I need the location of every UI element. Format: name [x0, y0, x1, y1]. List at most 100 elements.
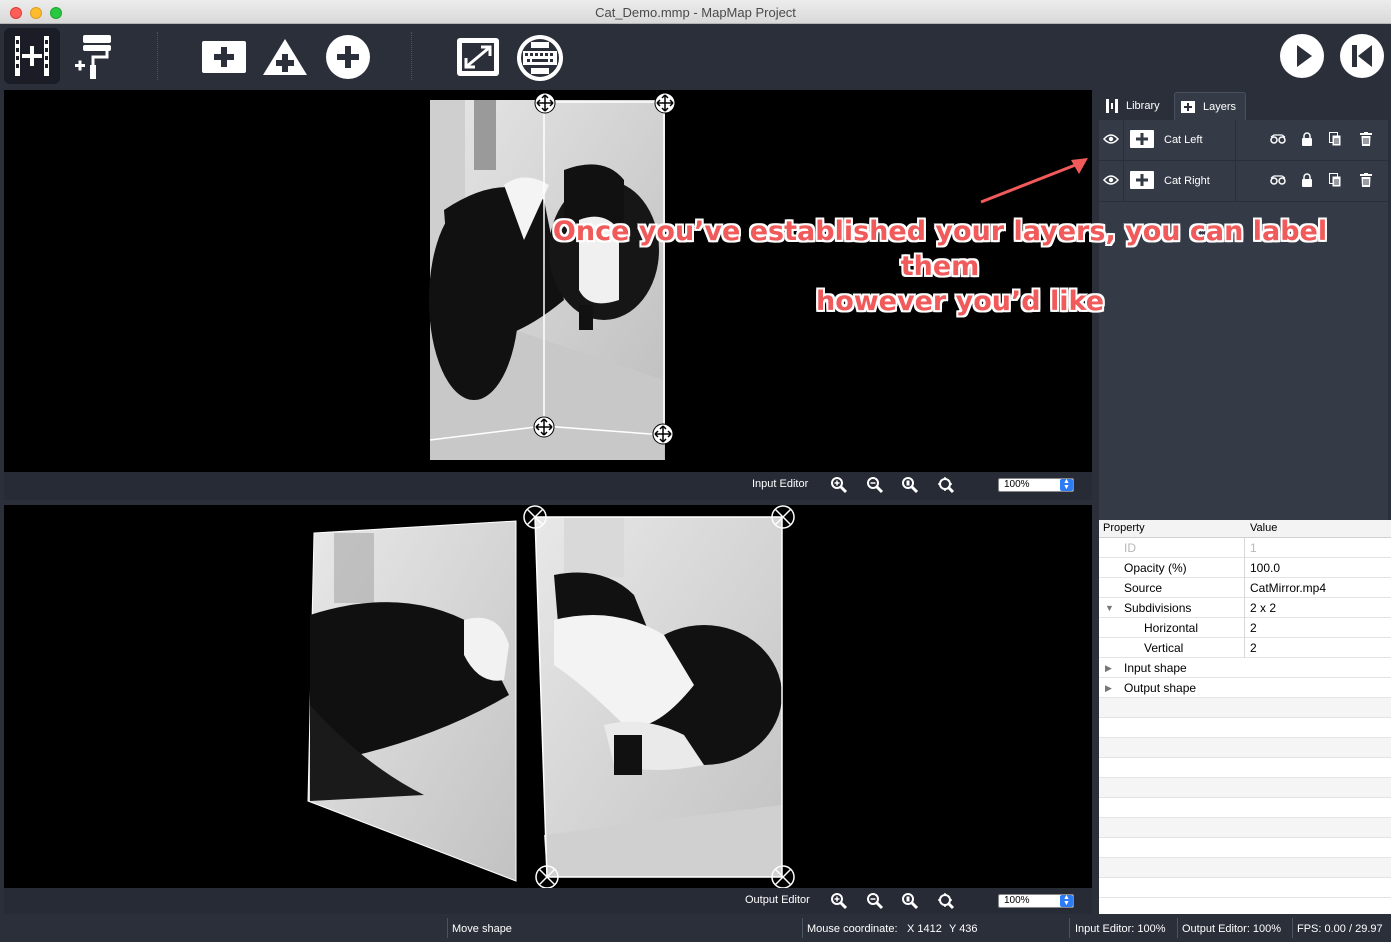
divider: [1235, 161, 1236, 201]
zoom-in-icon[interactable]: [830, 892, 848, 910]
output-editor-canvas[interactable]: [4, 505, 1092, 889]
tab-layers[interactable]: Layers: [1174, 92, 1246, 120]
solo-icon[interactable]: [1270, 173, 1286, 187]
input-zoom-status: Input Editor: 100%: [1075, 923, 1166, 935]
property-row-source[interactable]: Source CatMirror.mp4: [1099, 578, 1391, 598]
add-ellipse-icon: [326, 35, 370, 79]
move-handle-icon[interactable]: [652, 423, 674, 445]
property-row-input-shape[interactable]: ▶ Input shape: [1099, 658, 1391, 678]
output-zoom-select[interactable]: 100% ▲ ▼: [998, 894, 1074, 908]
title-bar: Cat_Demo.mmp - MapMap Project: [0, 0, 1391, 24]
eye-icon[interactable]: [1103, 133, 1119, 145]
tab-layers-label: Layers: [1203, 100, 1237, 113]
toolbar-separator: [157, 32, 158, 80]
eye-icon[interactable]: [1103, 174, 1119, 186]
property-value[interactable]: 100.0: [1250, 561, 1280, 575]
vertex-handle-icon[interactable]: [523, 505, 547, 529]
tab-library-label: Library: [1126, 100, 1160, 112]
zoom-fit-icon[interactable]: [937, 476, 955, 494]
zoom-in-icon[interactable]: [830, 476, 848, 494]
divider: [447, 918, 448, 938]
property-value[interactable]: CatMirror.mp4: [1250, 581, 1326, 595]
rewind-button[interactable]: [1338, 32, 1386, 80]
property-row-output-shape[interactable]: ▶ Output shape: [1099, 678, 1391, 698]
divider: [802, 918, 803, 938]
output-zoom-status: Output Editor: 100%: [1182, 923, 1282, 935]
property-row-subdivisions[interactable]: ▼ Subdivisions 2 x 2: [1099, 598, 1391, 618]
spinner-icon[interactable]: ▲ ▼: [1060, 478, 1073, 491]
divider: [1069, 918, 1070, 938]
fps-status: FPS: 0.00 / 29.97: [1297, 923, 1383, 935]
add-paint-button[interactable]: [70, 30, 116, 82]
lock-icon[interactable]: [1301, 132, 1313, 146]
layers-list: Cat Left Cat Right: [1099, 120, 1388, 530]
expand-caret-icon[interactable]: ▼: [1105, 603, 1114, 613]
delete-icon[interactable]: [1360, 132, 1372, 146]
property-row-horizontal[interactable]: Horizontal 2: [1099, 618, 1391, 638]
output-video-frame: [307, 516, 783, 882]
layer-name[interactable]: Cat Right: [1164, 175, 1210, 187]
delete-icon[interactable]: [1360, 173, 1372, 187]
play-button[interactable]: [1278, 32, 1326, 80]
move-handle-icon[interactable]: [654, 92, 676, 114]
fullscreen-icon: [457, 38, 499, 76]
property-row-vertical[interactable]: Vertical 2: [1099, 638, 1391, 658]
property-value[interactable]: 2: [1250, 621, 1257, 635]
expand-caret-icon[interactable]: ▶: [1105, 663, 1112, 674]
mouse-coordinate-label: Mouse coordinate:: [807, 923, 898, 935]
lock-icon[interactable]: [1301, 173, 1313, 187]
annotation-line-2: however you’d like: [815, 286, 1105, 317]
zoom-out-icon[interactable]: [866, 892, 884, 910]
zoom-out-icon[interactable]: [866, 476, 884, 494]
expand-caret-icon[interactable]: ▶: [1105, 683, 1112, 694]
solo-icon[interactable]: [1270, 132, 1286, 146]
zoom-reset-icon[interactable]: [901, 892, 919, 910]
input-zoom-select[interactable]: 100% ▲ ▼: [998, 478, 1074, 492]
mouse-x: X 1412: [907, 923, 942, 935]
output-editor-label: Output Editor: [745, 894, 810, 906]
vertex-handle-icon[interactable]: [535, 865, 559, 889]
value-column-header[interactable]: Value: [1250, 522, 1277, 534]
window-title: Cat_Demo.mmp - MapMap Project: [595, 5, 796, 20]
zoom-fit-icon[interactable]: [937, 892, 955, 910]
property-key: Output shape: [1124, 681, 1197, 695]
duplicate-icon[interactable]: [1329, 132, 1341, 146]
add-media-button[interactable]: [4, 28, 60, 84]
vertex-handle-icon[interactable]: [771, 865, 795, 889]
spinner-icon[interactable]: ▲ ▼: [1060, 894, 1073, 907]
add-ellipse-button[interactable]: [323, 32, 373, 82]
annotation-line-1: Once you’ve established your layers, you…: [552, 216, 1328, 282]
annotation-arrow-icon: [980, 158, 1088, 204]
fullscreen-button[interactable]: [454, 34, 502, 80]
tab-library[interactable]: Library: [1100, 92, 1166, 120]
empty-row: [1099, 758, 1391, 778]
empty-row: [1099, 838, 1391, 858]
property-value[interactable]: 2 x 2: [1250, 601, 1276, 615]
property-key: Input shape: [1124, 661, 1187, 675]
add-paint-icon: [75, 35, 111, 79]
toolbar: [0, 24, 1391, 88]
property-value[interactable]: 2: [1250, 641, 1257, 655]
property-key: Vertical: [1144, 641, 1184, 655]
add-triangle-button[interactable]: [260, 34, 310, 80]
property-key: Horizontal: [1144, 621, 1199, 635]
mouse-y: Y 436: [949, 923, 978, 935]
sticky-keyboard-button[interactable]: [514, 32, 566, 84]
layer-name[interactable]: Cat Left: [1164, 134, 1203, 146]
property-value: 1: [1250, 541, 1257, 555]
move-handle-icon[interactable]: [533, 416, 555, 438]
property-row-opacity[interactable]: Opacity (%) 100.0: [1099, 558, 1391, 578]
empty-row: [1099, 878, 1391, 898]
duplicate-icon[interactable]: [1329, 173, 1341, 187]
mesh-icon: [1130, 130, 1154, 148]
vertex-handle-icon[interactable]: [771, 505, 795, 529]
property-column-header[interactable]: Property: [1103, 522, 1145, 534]
mesh-icon: [1130, 171, 1154, 189]
move-handle-icon[interactable]: [534, 92, 556, 114]
layer-row[interactable]: Cat Left: [1099, 120, 1388, 161]
add-mesh-button[interactable]: [199, 34, 249, 80]
layer-row[interactable]: Cat Right: [1099, 161, 1388, 202]
divider: [1123, 120, 1124, 160]
status-action: Move shape: [452, 923, 512, 935]
zoom-reset-icon[interactable]: [901, 476, 919, 494]
